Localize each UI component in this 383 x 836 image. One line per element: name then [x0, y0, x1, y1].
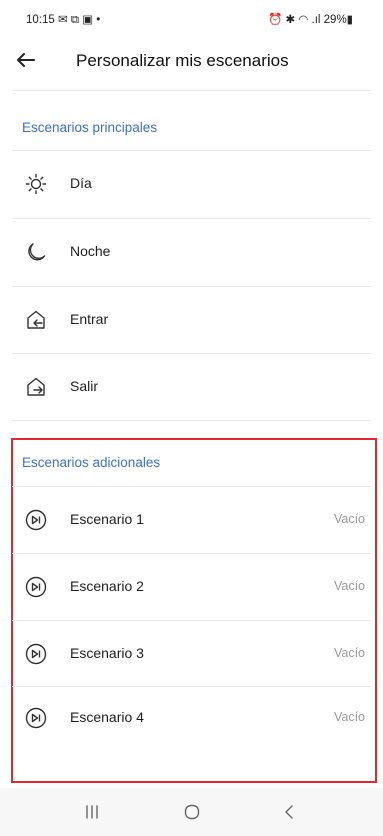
recents-icon[interactable] [78, 800, 106, 824]
page-title: Personalizar mis escenarios [76, 51, 289, 70]
scenario-row-noche[interactable]: Noche [12, 220, 371, 284]
play-pause-icon [24, 575, 48, 599]
play-pause-icon [24, 642, 48, 666]
scenario-label: Día [70, 175, 92, 191]
section-title-extra: Escenarios adicionales [22, 455, 161, 470]
scenario-label: Escenario 2 [70, 578, 144, 594]
play-pause-icon [24, 706, 48, 730]
divider [12, 620, 371, 621]
scenario-status: Vacío [333, 646, 365, 660]
scenario-status: Vacío [333, 512, 365, 526]
divider [12, 353, 371, 354]
scenario-row-3[interactable]: Escenario 3 Vacío [12, 622, 371, 686]
divider [12, 286, 371, 287]
divider [12, 90, 371, 91]
divider [12, 420, 371, 421]
status-time: 10:15 ✉ ⧉ ▣ • [26, 14, 101, 26]
status-system-icons: ⏰ ✱ ◠ .ıl 29%▮ [267, 14, 353, 26]
status-bar: 10:15 ✉ ⧉ ▣ • ⏰ ✱ ◠ .ıl 29%▮ [0, 0, 383, 34]
scenario-label: Escenario 3 [70, 645, 144, 661]
scenario-status: Vacío [333, 710, 365, 724]
scenario-row-1[interactable]: Escenario 1 Vacío [12, 488, 371, 552]
scenario-label: Salir [70, 378, 99, 394]
divider [12, 553, 371, 554]
divider [12, 218, 371, 219]
scenario-label: Escenario 4 [70, 709, 144, 725]
sun-icon [24, 172, 48, 196]
scenario-label: Noche [70, 243, 111, 259]
divider [12, 486, 371, 487]
scenario-row-4[interactable]: Escenario 4 Vacío [12, 686, 371, 750]
home-exit-icon [24, 375, 48, 399]
scenario-row-dia[interactable]: Día [12, 152, 371, 216]
moon-icon [24, 240, 48, 264]
app-bar: Personalizar mis escenarios [0, 34, 383, 88]
scenario-row-2[interactable]: Escenario 2 Vacío [12, 555, 371, 619]
scenario-status: Vacío [333, 579, 365, 593]
scenario-row-entrar[interactable]: Entrar [12, 288, 371, 352]
scenario-row-salir[interactable]: Salir [12, 355, 371, 419]
scenario-label: Entrar [70, 311, 109, 327]
arrow-left-icon[interactable] [12, 46, 40, 74]
divider [12, 150, 371, 151]
home-icon[interactable] [178, 800, 206, 824]
system-nav-bar [0, 788, 383, 836]
back-icon[interactable] [276, 800, 304, 824]
section-title-main: Escenarios principales [22, 120, 158, 135]
play-pause-icon [24, 508, 48, 532]
scenario-label: Escenario 1 [70, 511, 144, 527]
home-enter-icon [24, 308, 48, 332]
